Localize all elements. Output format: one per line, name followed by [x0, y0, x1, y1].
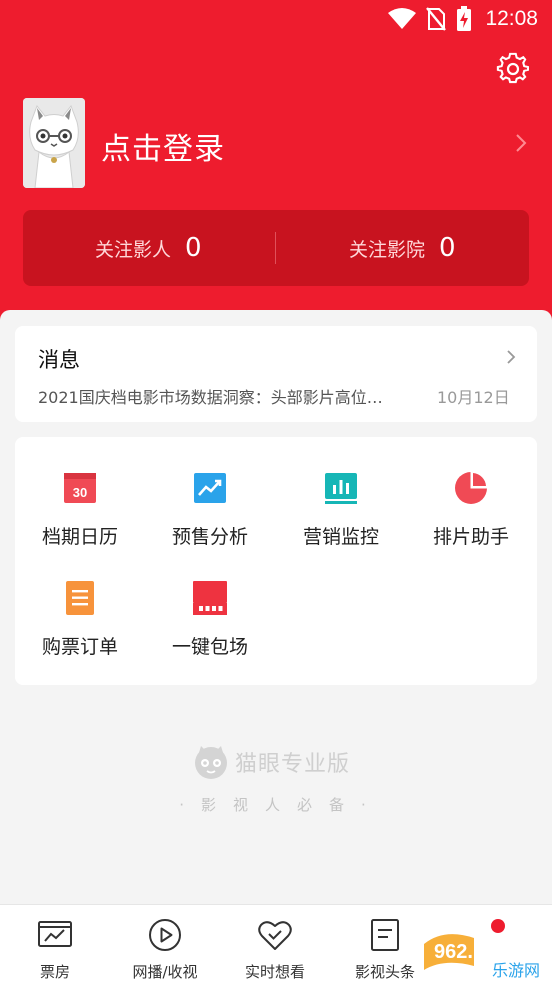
follow-cinema-count: 0: [439, 233, 456, 263]
order-list-icon: [66, 581, 94, 615]
chevron-right-icon[interactable]: [514, 132, 528, 154]
pie-chart-icon: [455, 471, 488, 504]
follow-people-count: 0: [185, 233, 202, 263]
follow-cinema-label: 关注影院: [349, 238, 426, 261]
bar-monitor-icon: [325, 473, 357, 504]
tool-scheduling-assistant[interactable]: 排片助手: [406, 470, 536, 570]
follow-cinema-stat[interactable]: 关注影院 0: [349, 210, 456, 286]
message-date: 10月12日: [437, 388, 510, 407]
tab-streaming-ratings[interactable]: 网播/收视: [110, 905, 220, 981]
tool-presale-analysis[interactable]: 预售分析: [145, 470, 275, 570]
tool-label: 预售分析: [171, 526, 248, 548]
news-icon: [371, 919, 399, 951]
tab-label: 票房: [39, 963, 70, 981]
tool-private-screening[interactable]: 一键包场: [145, 580, 275, 680]
watermark-brand: 962.NET: [434, 941, 513, 963]
brand-slogan: ·影视人必备·: [179, 796, 383, 814]
avatar[interactable]: [23, 98, 85, 188]
gear-icon: [496, 52, 529, 84]
tab-realtime-wish[interactable]: 实时想看: [220, 905, 330, 981]
tool-label: 一键包场: [171, 636, 248, 658]
no-sim-icon: [426, 7, 446, 31]
cat-logo-icon: [195, 746, 227, 779]
tool-ticket-orders[interactable]: 购票订单: [15, 580, 145, 680]
brand-footer: 猫眼专业版 ·影视人必备·: [0, 742, 552, 822]
chevron-right-icon: [507, 350, 516, 364]
watermark-logo: 962.NET 乐游网: [424, 919, 540, 980]
status-icons: [388, 6, 472, 32]
calendar-icon: 30: [64, 473, 96, 503]
cinema-screen-icon: [193, 581, 227, 615]
brand-logo: 猫眼专业版: [193, 742, 350, 782]
tab-box-office[interactable]: 票房: [0, 905, 110, 981]
tool-label: 营销监控: [302, 526, 379, 548]
tab-label: 实时想看: [244, 963, 305, 981]
wifi-icon: [388, 8, 416, 29]
follow-people-stat[interactable]: 关注影人 0: [95, 210, 202, 286]
follow-people-label: 关注影人: [95, 238, 172, 261]
status-time: 12:08: [485, 7, 538, 30]
watermark-text: 乐游网: [492, 961, 540, 980]
follow-summary-card: 关注影人 0 关注影院 0: [23, 210, 529, 286]
heart-check-icon: [258, 921, 292, 950]
tool-schedule-calendar[interactable]: 30 档期日历: [15, 470, 145, 570]
status-bar: 12:08: [0, 0, 552, 40]
settings-button[interactable]: [496, 52, 530, 86]
cat-avatar-icon: [23, 98, 85, 188]
login-link[interactable]: 点击登录: [101, 124, 225, 168]
tools-grid: 30 档期日历 预售分析 营销监控 排片助手 购票订单 一键包场: [15, 437, 537, 685]
svg-text:30: 30: [73, 485, 87, 500]
message-preview: 2021国庆档电影市场数据洞察：头部影片高位…: [38, 388, 383, 407]
profile-header: 12:08 点击登录 关注影人 0 关注影院 0: [0, 0, 552, 330]
messages-title: 消息: [38, 348, 80, 372]
tool-label: 排片助手: [432, 526, 509, 548]
messages-card[interactable]: 消息 2021国庆档电影市场数据洞察：头部影片高位… 10月12日: [15, 326, 537, 422]
tool-marketing-monitor[interactable]: 营销监控: [276, 470, 406, 570]
divider: [275, 232, 276, 264]
brand-name: 猫眼专业版: [235, 752, 351, 777]
trend-chart-icon: [194, 473, 226, 503]
tool-label: 购票订单: [41, 636, 118, 658]
tool-label: 档期日历: [41, 526, 118, 548]
tab-label: 网播/收视: [132, 963, 198, 981]
play-icon: [149, 919, 181, 951]
box-office-icon: [38, 921, 72, 947]
battery-charging-icon: [457, 6, 471, 31]
